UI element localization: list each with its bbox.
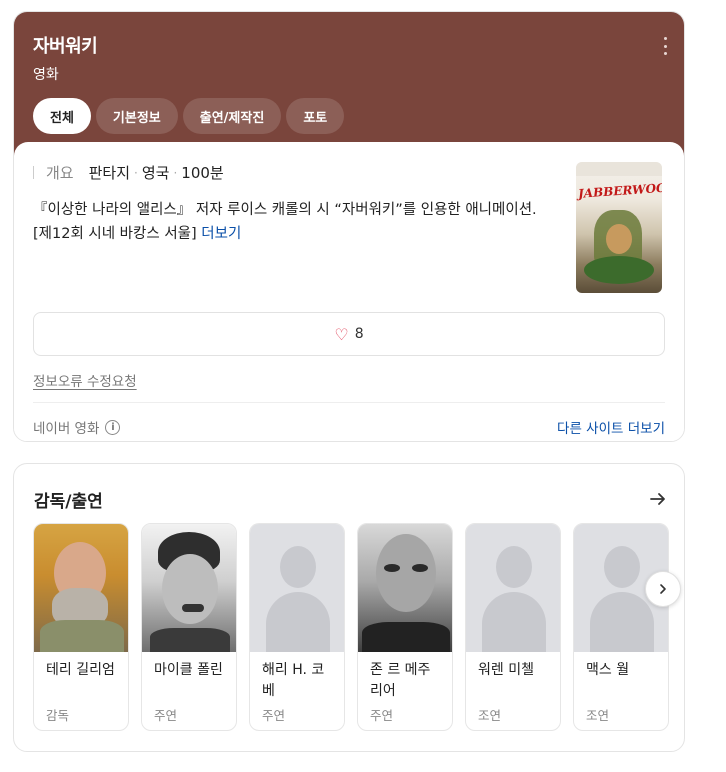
cast-card: 감독/출연 테리 길리엄 감독 마이클 폴린 주연 해리 H. 코베 주연 존 … [13,463,685,752]
report-error-link[interactable]: 정보오류 수정요청 [33,370,665,390]
like-count: 8 [354,326,364,342]
tab-photo[interactable]: 포토 [286,98,345,134]
person-role: 주연 [154,708,178,723]
overview-panel: 개요 판타지 · 영국 · 100분 『이상한 나라의 앨리스』 저자 루이스 … [14,142,684,441]
carousel-next-button[interactable] [645,571,681,607]
person-photo [34,524,128,652]
tab-bar: 전체 기본정보 출연/제작진 포토 [33,98,664,134]
source-footer: 네이버 영화 i 다른 사이트 더보기 [33,417,665,437]
chevron-right-icon [660,584,666,594]
movie-info-card: 자버워키 영화 전체 기본정보 출연/제작진 포토 개요 판타지 · 영국 · … [13,11,685,442]
person-name: 존 르 메주리어 [370,662,431,699]
description-text: 『이상한 나라의 앨리스』 저자 루이스 캐롤의 시 “자버워키”를 인용한 애… [33,202,537,242]
separator-dot: · [173,165,178,180]
person-name: 테리 길리엄 [46,662,115,678]
person-photo [358,524,452,652]
heart-icon: ♡ [334,324,349,344]
cast-card-item[interactable]: 해리 H. 코베 주연 [249,523,345,731]
person-role: 조연 [478,708,502,723]
cast-card-item[interactable]: 맥스 월 조연 [573,523,669,731]
person-photo [142,524,236,652]
separator-dot: · [134,165,138,180]
person-role: 주연 [262,708,286,723]
overview-label: 개요 [46,164,74,182]
person-placeholder-icon [466,524,560,652]
like-button[interactable]: ♡ 8 [33,312,665,356]
person-name: 워렌 미첼 [478,662,534,678]
source-name: 네이버 영화 [33,421,100,437]
description-more-link[interactable]: 더보기 [201,226,241,242]
person-role: 감독 [46,708,70,723]
person-placeholder-icon [250,524,344,652]
divider-bar [33,166,34,179]
cast-card-item[interactable]: 존 르 메주리어 주연 [357,523,453,731]
cast-list: 테리 길리엄 감독 마이클 폴린 주연 해리 H. 코베 주연 존 르 메주리어… [33,523,669,731]
person-name: 맥스 월 [586,662,630,678]
country: 영국 [141,164,170,182]
info-icon[interactable]: i [105,419,121,435]
tab-cast-crew[interactable]: 출연/제작진 [182,98,282,134]
source-info: 네이버 영화 i [33,417,121,437]
movie-poster[interactable]: JABBERWOCKY [576,162,662,293]
person-name: 마이클 폴린 [154,662,223,678]
tab-all[interactable]: 전체 [33,98,91,134]
cast-card-item[interactable]: 워렌 미첼 조연 [465,523,561,731]
movie-category: 영화 [33,67,59,83]
genre: 판타지 [88,164,131,182]
cast-section-title[interactable]: 감독/출연 [34,487,103,512]
person-name: 해리 H. 코베 [262,662,325,699]
cast-card-item[interactable]: 테리 길리엄 감독 [33,523,129,731]
more-options-icon[interactable] [662,37,668,55]
person-role: 주연 [370,708,394,723]
movie-description: 『이상한 나라의 앨리스』 저자 루이스 캐롤의 시 “자버워키”를 인용한 애… [33,198,553,246]
cast-card-item[interactable]: 마이클 폴린 주연 [141,523,237,731]
tab-basic-info[interactable]: 기본정보 [95,98,178,134]
other-sites-link[interactable]: 다른 사이트 더보기 [557,417,665,437]
runtime: 100분 [181,164,224,182]
movie-title[interactable]: 자버워키 [33,32,664,58]
movie-header: 자버워키 영화 전체 기본정보 출연/제작진 포토 [14,12,684,162]
divider [33,402,665,403]
arrow-right-icon[interactable] [648,489,668,509]
overview-row: 개요 판타지 · 영국 · 100분 [33,162,665,183]
person-role: 조연 [586,708,610,723]
poster-wordmark: JABBERWOCKY [577,179,662,201]
